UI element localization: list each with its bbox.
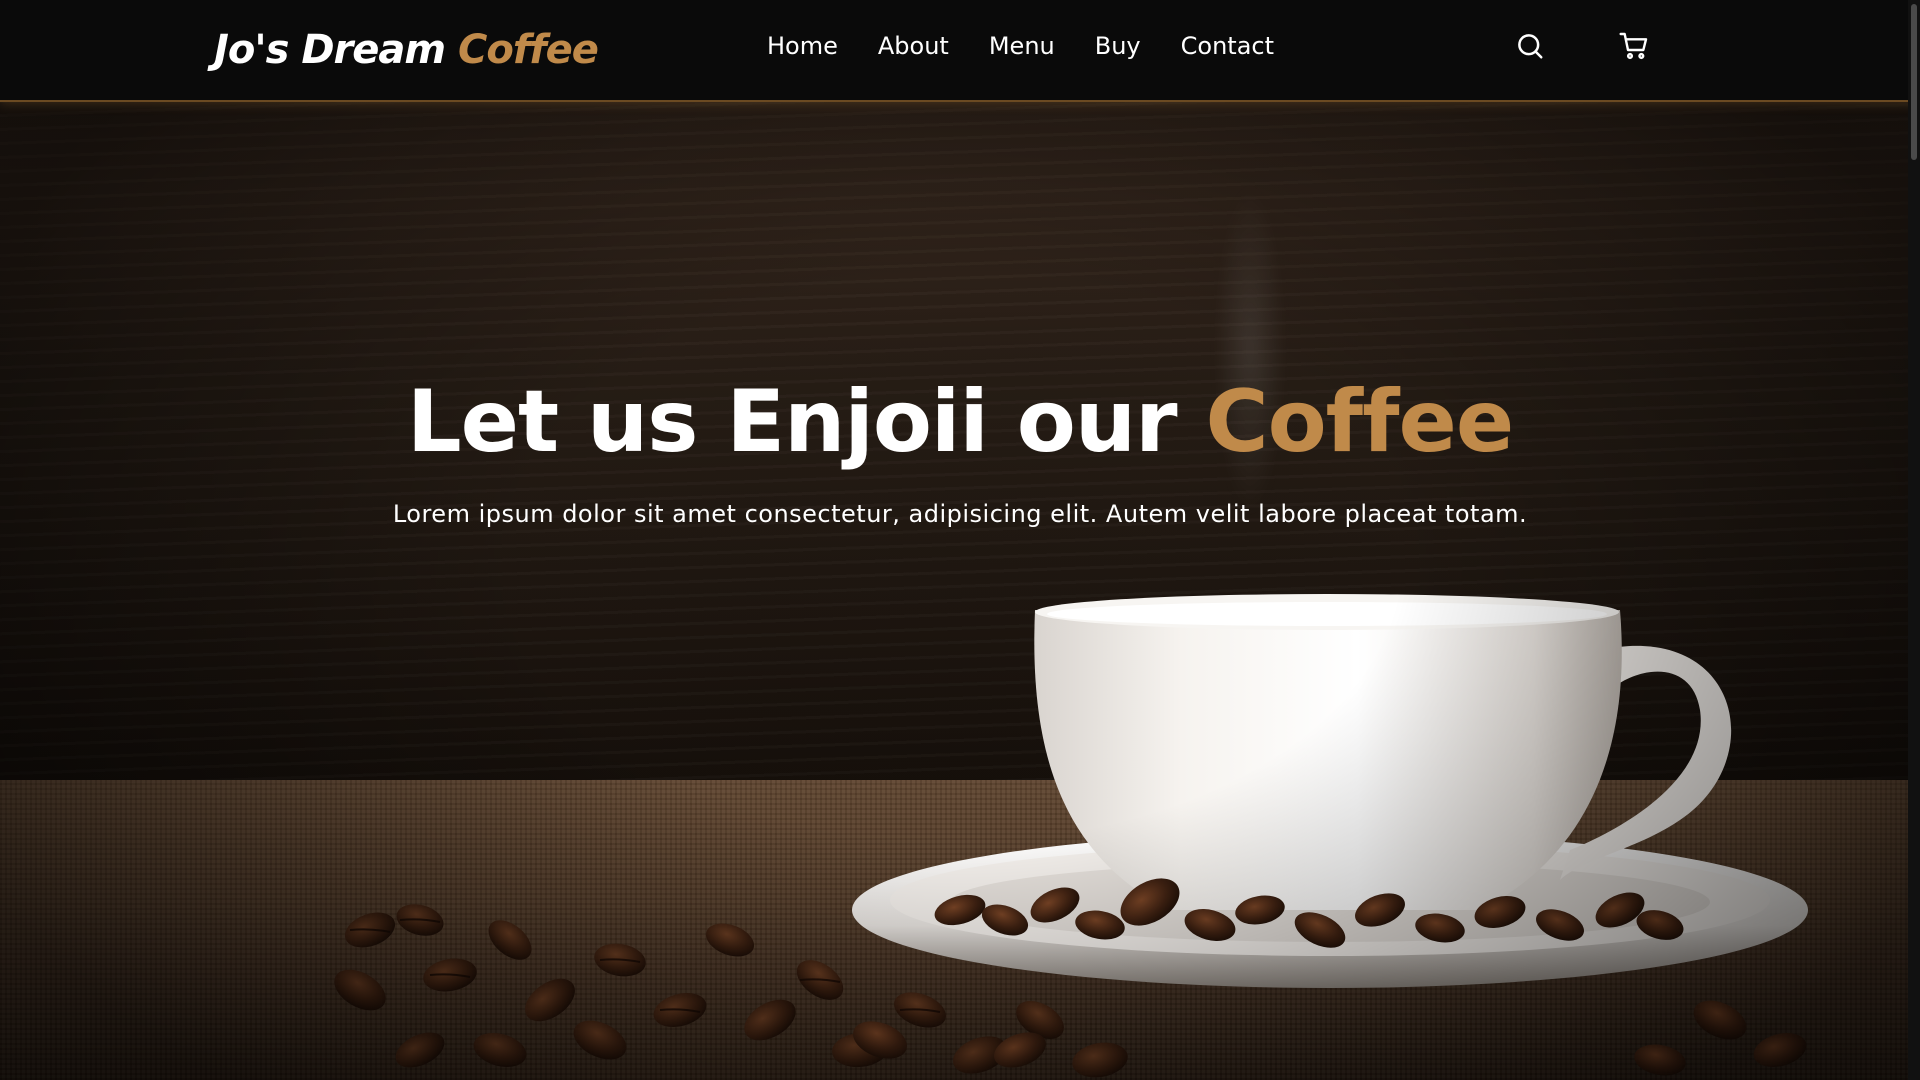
- scrollbar-thumb[interactable]: [1911, 4, 1917, 160]
- hero-title-main: Let us Enjoii our: [406, 372, 1206, 472]
- nav-link-about[interactable]: About: [878, 26, 949, 66]
- nav-link-home[interactable]: Home: [767, 26, 838, 66]
- brand-logo[interactable]: Jo's Dream Coffee: [214, 22, 599, 78]
- brand-name-accent: Coffee: [458, 27, 599, 73]
- hero-title-accent: Coffee: [1205, 372, 1514, 472]
- hero-title: Let us Enjoii our Coffee: [0, 360, 1920, 484]
- page-scrollbar[interactable]: [1908, 0, 1920, 1080]
- landing-page: Jo's Dream Coffee Home About Menu Buy Co…: [0, 0, 1920, 1080]
- hero-section: Let us Enjoii our Coffee Lorem ipsum dol…: [0, 360, 1920, 532]
- search-icon: [1518, 34, 1543, 59]
- main-nav: Home About Menu Buy Contact: [767, 26, 1274, 66]
- hero-vignette: [0, 0, 1920, 1080]
- cart-button[interactable]: [1616, 28, 1652, 64]
- nav-link-menu[interactable]: Menu: [989, 26, 1055, 66]
- nav-link-buy[interactable]: Buy: [1095, 26, 1141, 66]
- site-header: Jo's Dream Coffee Home About Menu Buy Co…: [0, 0, 1920, 102]
- nav-link-contact[interactable]: Contact: [1181, 26, 1274, 66]
- hero-subtitle: Lorem ipsum dolor sit amet consectetur, …: [392, 500, 1528, 528]
- search-button[interactable]: [1512, 28, 1548, 64]
- brand-name-main: Jo's Dream: [214, 27, 446, 73]
- cart-icon: [1619, 32, 1648, 60]
